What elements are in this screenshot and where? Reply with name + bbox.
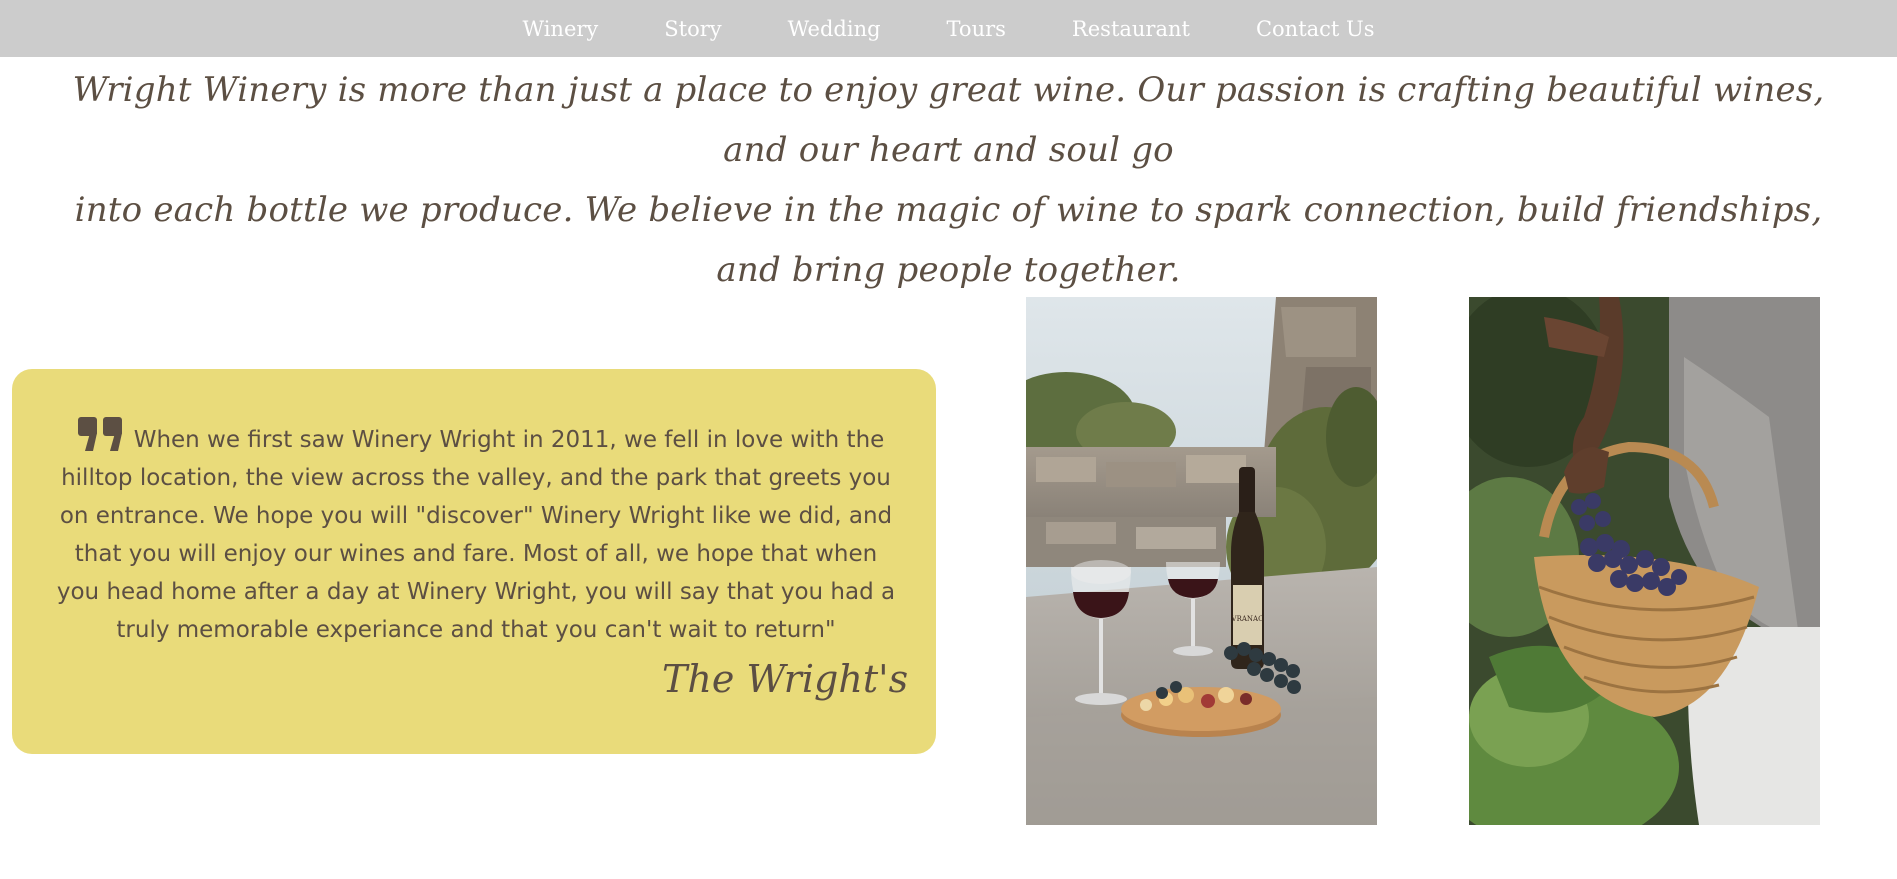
tagline-line-2: into each bottle we produce. We believe … bbox=[74, 190, 1823, 290]
testimonial-card: When we first saw Winery Wright in 2011,… bbox=[12, 369, 936, 754]
nav-item-restaurant[interactable]: Restaurant bbox=[1072, 17, 1190, 41]
nav-item-winery[interactable]: Winery bbox=[523, 17, 599, 41]
nav-item-wedding[interactable]: Wedding bbox=[788, 17, 881, 41]
wine-picnic-photo: VRANAC bbox=[1026, 297, 1377, 825]
testimonial-quote-text: When we first saw Winery Wright in 2011,… bbox=[56, 427, 896, 643]
grape-basket-photo bbox=[1469, 297, 1820, 825]
nav-bar: Winery Story Wedding Tours Restaurant Co… bbox=[0, 0, 1897, 57]
testimonial-quote: When we first saw Winery Wright in 2011,… bbox=[52, 421, 900, 649]
tagline: Wright Winery is more than just a place … bbox=[60, 60, 1837, 300]
testimonial-signature: The Wright's bbox=[662, 657, 909, 701]
nav-item-tours[interactable]: Tours bbox=[947, 17, 1006, 41]
tagline-line-1: Wright Winery is more than just a place … bbox=[72, 70, 1825, 170]
nav-item-story[interactable]: Story bbox=[664, 17, 721, 41]
nav-item-contact[interactable]: Contact Us bbox=[1256, 17, 1375, 41]
nav-menu: Winery Story Wedding Tours Restaurant Co… bbox=[0, 0, 1897, 57]
bottle-label: VRANAC bbox=[1231, 615, 1264, 623]
